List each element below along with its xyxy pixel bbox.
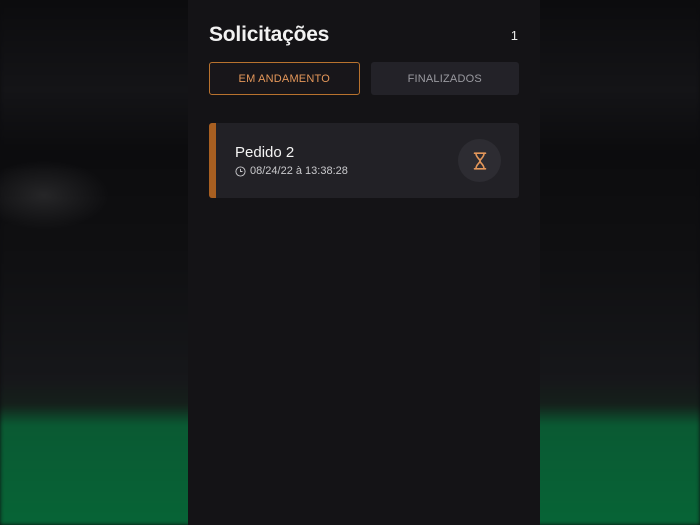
request-card[interactable]: Pedido 2 08/24/22 à 13:38:28 bbox=[209, 123, 519, 198]
request-title: Pedido 2 bbox=[235, 144, 295, 161]
background-blur-shape bbox=[0, 160, 110, 230]
requests-panel: Solicitações 1 EM ANDAMENTO FINALIZADOS … bbox=[188, 0, 540, 525]
status-tabs: EM ANDAMENTO FINALIZADOS bbox=[209, 62, 519, 95]
clock-icon bbox=[235, 165, 246, 177]
card-status-bar bbox=[209, 123, 216, 198]
request-count: 1 bbox=[510, 27, 518, 43]
status-button[interactable] bbox=[458, 139, 501, 182]
tab-finalizados[interactable]: FINALIZADOS bbox=[370, 62, 519, 95]
tab-em-andamento[interactable]: EM ANDAMENTO bbox=[209, 62, 360, 95]
request-datetime-row: 08/24/22 à 13:38:28 bbox=[235, 165, 348, 177]
header: Solicitações 1 bbox=[209, 22, 518, 48]
request-datetime: 08/24/22 à 13:38:28 bbox=[250, 165, 348, 177]
page-title: Solicitações bbox=[209, 23, 330, 46]
hourglass-icon bbox=[473, 151, 486, 170]
